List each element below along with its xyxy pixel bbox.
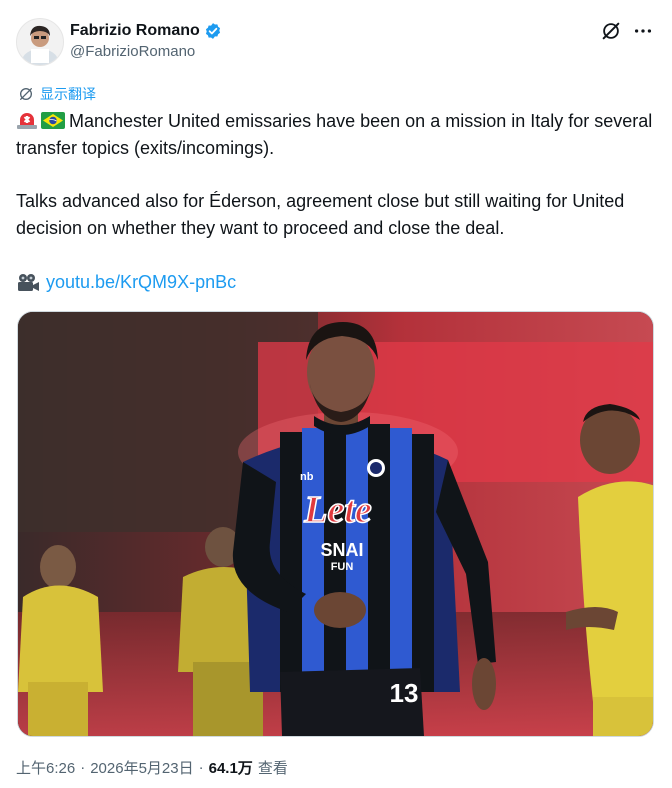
paragraph-1-text: Manchester United emissaries have been o…: [16, 111, 653, 158]
link-row: youtu.be/KrQM9X-pnBc: [16, 272, 236, 293]
views-count: 64.1万: [208, 760, 253, 777]
grok-icon[interactable]: [600, 20, 622, 42]
brazil-flag-icon: [41, 112, 65, 129]
shirt-sponsor-2-text: SNAI: [320, 540, 363, 560]
post-time[interactable]: 上午6:26: [16, 757, 75, 778]
avatar[interactable]: [16, 18, 64, 66]
post-date[interactable]: 2026年5月23日: [90, 757, 193, 778]
display-name[interactable]: Fabrizio Romano: [70, 22, 200, 40]
tweet-paragraph-1: Manchester United emissaries have been o…: [16, 108, 656, 161]
tweet-paragraph-2: Talks advanced also for Éderson, agreeme…: [16, 191, 625, 238]
tweet-media-photo[interactable]: Lete SNAI FUN nb 13: [17, 311, 654, 737]
translate-label[interactable]: 显示翻译: [40, 84, 96, 104]
show-translation-link[interactable]: 显示翻译: [18, 84, 96, 104]
meta-separator: ·: [198, 759, 204, 776]
meta-separator: ·: [80, 759, 86, 776]
views-label: 查看: [257, 760, 288, 777]
tweet-metadata: 上午6:26 · 2026年5月23日 · 64.1万 查看: [16, 757, 288, 778]
author-handle[interactable]: @FabrizioRomano: [70, 43, 195, 60]
more-icon[interactable]: [632, 20, 654, 42]
movie-camera-icon: [18, 273, 39, 291]
author-name-row[interactable]: Fabrizio Romano: [70, 20, 222, 42]
translate-icon: [20, 88, 32, 100]
shirt-sponsor-text: Lete: [303, 489, 372, 531]
tweet-card: Fabrizio Romano @FabrizioRomano 显示翻译 Man…: [0, 0, 672, 788]
verified-badge-icon: [205, 23, 220, 39]
youtube-link[interactable]: youtu.be/KrQM9X-pnBc: [46, 272, 236, 293]
tweet-text: Manchester United emissaries have been o…: [16, 108, 656, 241]
shorts-number-text: 13: [390, 678, 419, 708]
kit-brand-text: nb: [300, 471, 314, 483]
siren-icon: [17, 113, 37, 129]
player-photo: Lete SNAI FUN nb 13: [18, 312, 653, 736]
shirt-sponsor-3-text: FUN: [331, 561, 354, 573]
